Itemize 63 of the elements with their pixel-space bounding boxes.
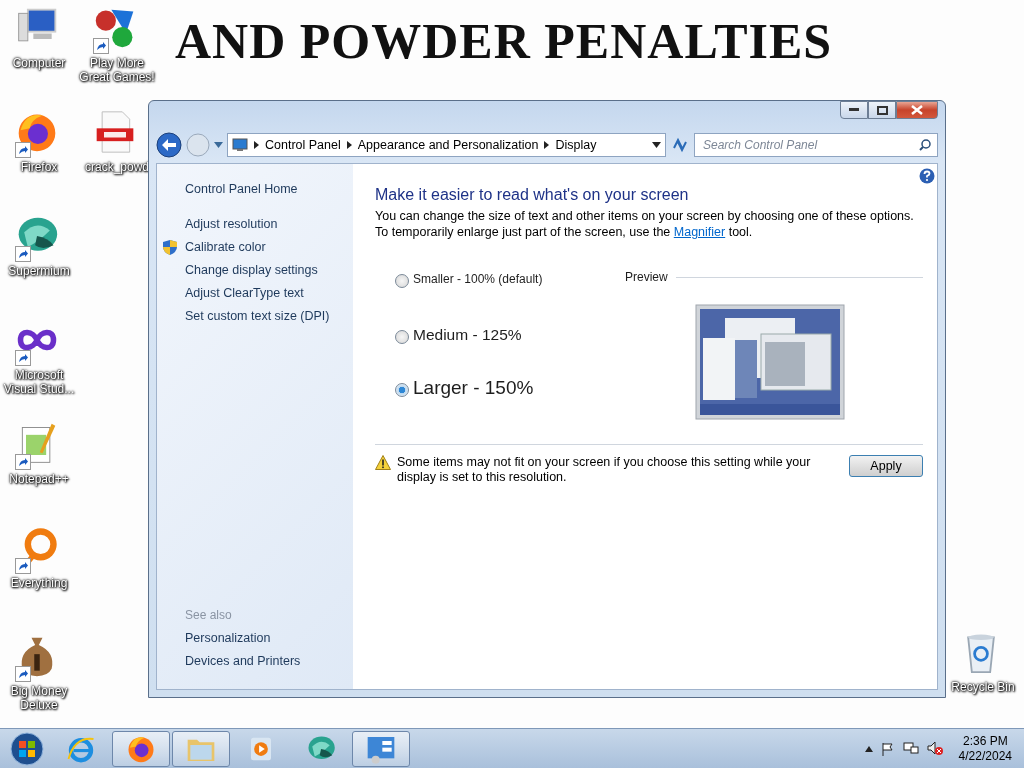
back-button[interactable] — [156, 132, 182, 158]
history-dropdown-icon[interactable] — [214, 142, 223, 148]
desktop-icon-label[interactable]: Play More Great Games! — [78, 56, 156, 84]
warning-icon — [375, 455, 391, 470]
desktop-icon-label[interactable]: Microsoft Visual Stud... — [0, 368, 78, 396]
clock-date[interactable]: 4/22/2024 — [958, 748, 1012, 764]
desktop-icon-label[interactable]: Big Money Deluxe — [0, 684, 78, 712]
desktop-icon-label[interactable]: Recycle Bin — [951, 680, 1015, 694]
desktop-icon-label[interactable]: crack_powd — [85, 160, 149, 174]
desktop-icon-label[interactable]: Computer — [12, 56, 66, 70]
breadcrumb-arrow-icon[interactable] — [544, 141, 550, 149]
see-also-heading: See also — [185, 607, 232, 624]
minimize-icon — [849, 108, 859, 112]
sidebar-link[interactable]: Personalization — [185, 627, 271, 650]
breadcrumb-arrow-icon[interactable] — [346, 141, 352, 149]
muted-speaker-icon[interactable] — [926, 741, 943, 756]
warning-text: Some items may not fit on your screen if you choose this setting while your display is set to this resolution. — [397, 455, 812, 485]
desktop-icon-label[interactable]: Firefox — [20, 160, 58, 174]
maximize-button[interactable] — [868, 101, 896, 119]
flag-icon[interactable] — [880, 741, 895, 756]
breadcrumb-item[interactable]: Display — [555, 138, 597, 152]
page-heading: Make it easier to read what's on your screen — [375, 186, 690, 204]
sidebar-link[interactable]: Devices and Printers — [185, 650, 301, 673]
breadcrumb-item[interactable]: Appearance and Personalization — [357, 138, 539, 152]
search-icon[interactable] — [919, 139, 931, 151]
wallpaper-headline: AND POWDER PENALTIES — [175, 12, 833, 70]
close-icon — [911, 105, 923, 115]
search-field[interactable]: Search Control Panel — [694, 133, 938, 157]
show-hidden-icons-icon[interactable] — [864, 745, 873, 752]
minimize-button[interactable] — [840, 101, 868, 119]
sidebar-link[interactable]: Calibrate color — [185, 236, 266, 259]
sidebar-link[interactable]: Control Panel Home — [185, 178, 298, 201]
sidebar-link[interactable]: Adjust resolution — [185, 213, 278, 236]
option-label[interactable]: Smaller - 100% (default) — [413, 272, 543, 286]
network-icon[interactable] — [902, 741, 919, 756]
magnifier-link[interactable]: Magnifier — [673, 225, 726, 239]
close-button[interactable] — [896, 101, 938, 119]
breadcrumb-item[interactable]: Control Panel — [265, 138, 341, 152]
maximize-icon — [876, 105, 888, 115]
breadcrumb-arrow-icon[interactable] — [254, 141, 259, 149]
radio-button[interactable] — [395, 329, 409, 344]
desktop-icon-label[interactable]: Notepad++ — [9, 472, 69, 486]
radio-button[interactable] — [395, 382, 409, 397]
option-label[interactable]: Medium - 125% — [413, 325, 522, 344]
sidebar-link[interactable]: Change display settings — [185, 259, 318, 282]
control-panel-icon — [232, 138, 248, 152]
dropdown-icon[interactable] — [652, 142, 661, 148]
taskbar-button[interactable] — [352, 730, 410, 767]
sidebar-link[interactable]: Set custom text size (DPI) — [185, 305, 330, 328]
taskbar-button[interactable] — [172, 730, 230, 767]
address-bar[interactable]: Control Panel Appearance and Personalization Display — [227, 133, 666, 157]
clock-time[interactable]: 2:36 PM — [962, 733, 1008, 749]
apply-button[interactable]: Apply — [849, 455, 923, 477]
desktop-icon-label[interactable]: Everything — [10, 576, 68, 590]
intro-text: You can change the size of text and other items on your screen by choosing one of these options. To temporarily enlarge just part of the screen, use the Magnifier tool. — [375, 208, 915, 240]
start-button[interactable] — [10, 731, 44, 766]
help-icon[interactable] — [919, 168, 935, 184]
preview-label: Preview — [625, 270, 668, 284]
taskbar-button[interactable] — [112, 730, 170, 767]
desktop-icon-label[interactable]: Supermium — [8, 264, 70, 278]
sidebar-link[interactable]: Adjust ClearType text — [185, 282, 304, 305]
option-label[interactable]: Larger - 150% — [413, 376, 534, 399]
radio-button[interactable] — [395, 274, 409, 288]
